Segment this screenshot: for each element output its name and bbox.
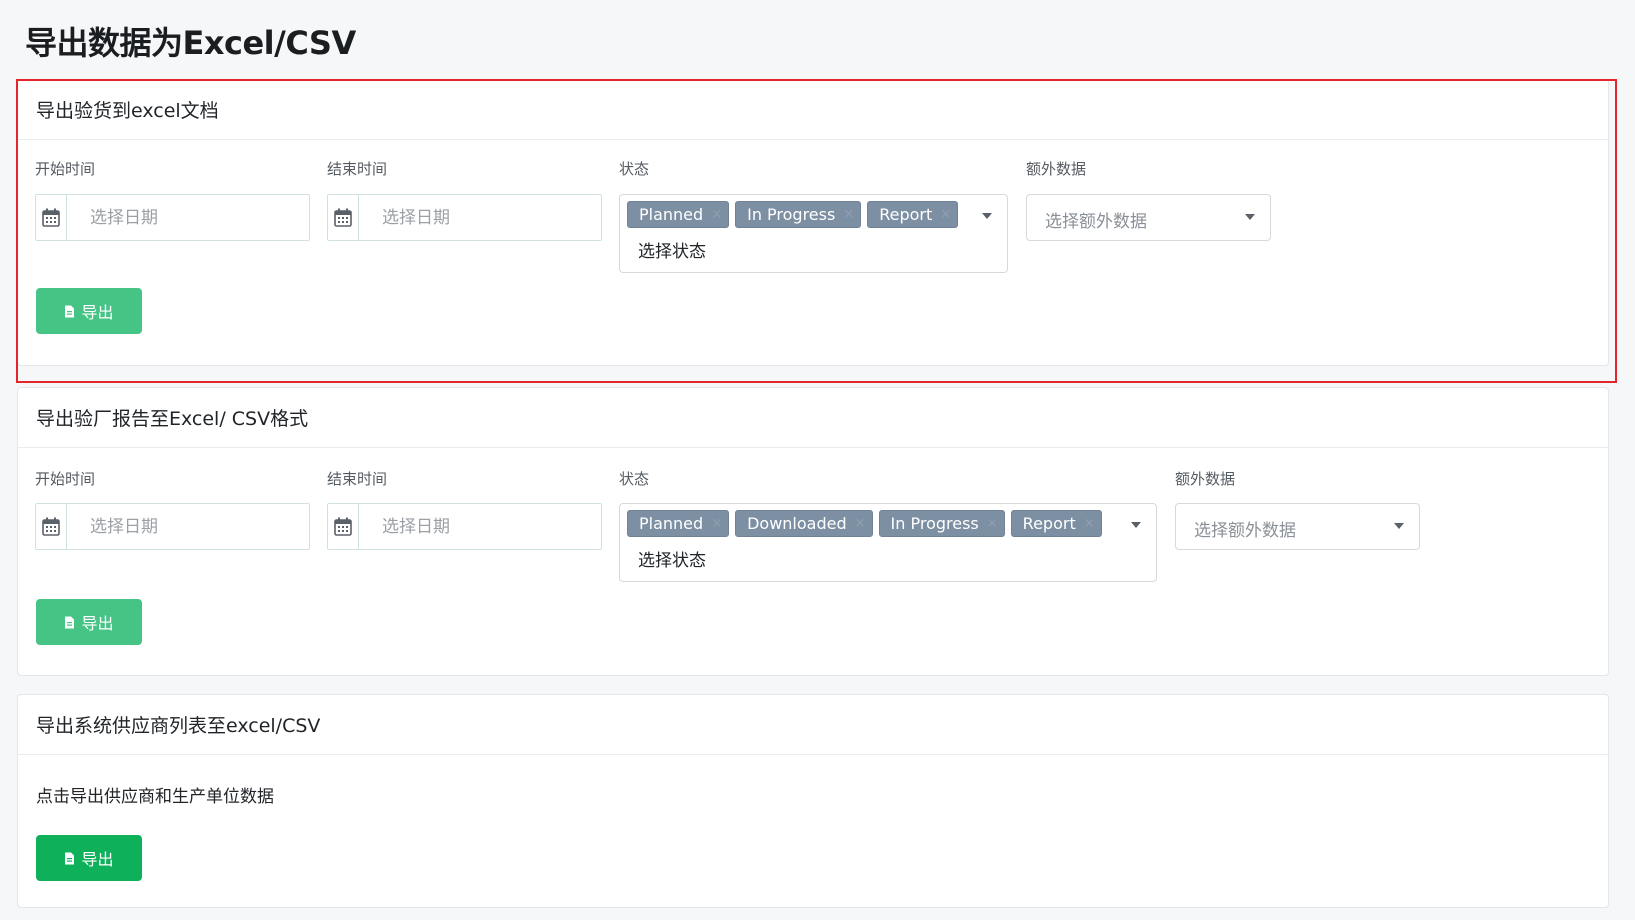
end-date-input[interactable] (359, 195, 601, 240)
remove-tag-icon[interactable]: × (843, 207, 854, 222)
extra-data-label: 额外数据 (1175, 470, 1236, 488)
export-button-label: 导出 (81, 614, 114, 633)
caret-down-icon[interactable] (1131, 522, 1141, 528)
status-placeholder: 选择状态 (638, 551, 706, 571)
inspection-export-card: 导出验货到excel文档 开始时间 结束时间 状态 额外数据 Planned × … (17, 79, 1609, 366)
status-multiselect[interactable]: Planned × Downloaded × In Progress × Report… (619, 503, 1157, 582)
end-date-picker (327, 194, 602, 241)
caret-down-icon (1245, 214, 1255, 220)
remove-tag-icon[interactable]: × (711, 207, 722, 222)
remove-tag-icon[interactable]: × (987, 516, 998, 531)
status-tag: Planned × (627, 510, 730, 537)
extra-data-placeholder: 选择额外数据 (1194, 521, 1296, 541)
tag-label: Downloaded (747, 514, 847, 533)
start-time-label: 开始时间 (35, 470, 96, 488)
status-tag: In Progress × (735, 201, 862, 228)
export-button-label: 导出 (81, 850, 114, 869)
extra-data-select[interactable]: 选择额外数据 (1175, 503, 1420, 550)
caret-down-icon (1394, 523, 1404, 529)
remove-tag-icon[interactable]: × (711, 516, 722, 531)
calendar-icon[interactable] (328, 504, 359, 549)
tag-label: Report (1022, 514, 1076, 533)
tag-label: Report (879, 205, 933, 224)
status-tag: Report × (1010, 510, 1102, 537)
status-tag: In Progress × (878, 510, 1005, 537)
factory-audit-export-card: 导出验厂报告至Excel/ CSV格式 开始时间 结束时间 状态 额外数据 Pl… (17, 387, 1609, 676)
export-button[interactable]: 导出 (36, 288, 142, 334)
remove-tag-icon[interactable]: × (855, 516, 866, 531)
export-button[interactable]: 导出 (36, 599, 142, 645)
caret-down-icon[interactable] (982, 213, 992, 219)
export-button[interactable]: 导出 (36, 835, 142, 881)
card-title: 导出验货到excel文档 (18, 80, 1608, 140)
status-label: 状态 (619, 470, 650, 488)
start-time-label: 开始时间 (35, 160, 96, 178)
status-multiselect[interactable]: Planned × In Progress × Report × 选择状态 (619, 194, 1008, 273)
extra-data-placeholder: 选择额外数据 (1045, 212, 1147, 232)
tag-label: Planned (639, 514, 704, 533)
supplier-export-description: 点击导出供应商和生产单位数据 (36, 787, 274, 807)
calendar-icon[interactable] (36, 504, 67, 549)
status-placeholder: 选择状态 (638, 242, 706, 262)
export-button-label: 导出 (81, 303, 114, 322)
remove-tag-icon[interactable]: × (1084, 516, 1095, 531)
tag-label: Planned (639, 205, 704, 224)
card-title: 导出系统供应商列表至excel/CSV (18, 695, 1608, 755)
remove-tag-icon[interactable]: × (940, 207, 951, 222)
calendar-icon[interactable] (36, 195, 67, 240)
status-label: 状态 (619, 160, 650, 178)
card-title: 导出验厂报告至Excel/ CSV格式 (18, 388, 1608, 448)
tag-label: In Progress (747, 205, 836, 224)
start-date-picker (35, 503, 310, 550)
tag-label: In Progress (890, 514, 979, 533)
extra-data-label: 额外数据 (1026, 160, 1087, 178)
start-date-input[interactable] (67, 504, 309, 549)
extra-data-select[interactable]: 选择额外数据 (1026, 194, 1271, 241)
end-date-picker (327, 503, 602, 550)
status-tag: Report × (867, 201, 959, 228)
start-date-input[interactable] (67, 195, 309, 240)
page-title: 导出数据为Excel/CSV (25, 24, 356, 62)
end-date-input[interactable] (359, 504, 601, 549)
end-time-label: 结束时间 (327, 470, 388, 488)
end-time-label: 结束时间 (327, 160, 388, 178)
file-icon (65, 852, 75, 864)
start-date-picker (35, 194, 310, 241)
status-tag: Planned × (627, 201, 730, 228)
supplier-export-card: 导出系统供应商列表至excel/CSV 点击导出供应商和生产单位数据 导出 (17, 694, 1609, 908)
file-icon (65, 616, 75, 628)
calendar-icon[interactable] (328, 195, 359, 240)
file-icon (65, 305, 75, 317)
status-tag: Downloaded × (735, 510, 873, 537)
